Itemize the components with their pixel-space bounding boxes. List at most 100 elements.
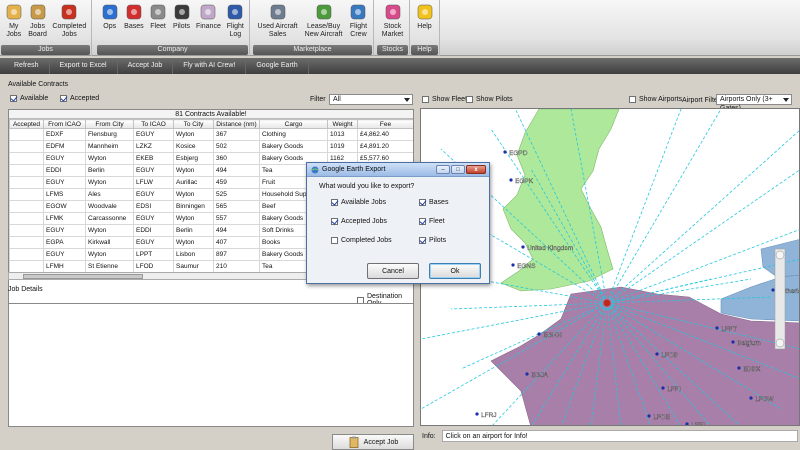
table-cell[interactable]	[9, 152, 44, 165]
table-cell: EGUY	[43, 152, 86, 165]
cancel-button[interactable]: Cancel	[367, 263, 419, 279]
column-header[interactable]: From ICAO	[43, 119, 86, 129]
ribbon-button-ops[interactable]: Ops	[101, 2, 119, 44]
table-row[interactable]: EDXF Flensburg EGUY Wyton 367 Clothing 1013 £4,…	[9, 128, 413, 141]
table-cell: 557	[213, 212, 260, 225]
column-header[interactable]: To ICAO	[133, 119, 174, 129]
table-cell[interactable]	[9, 164, 44, 177]
map-label: EGNS	[517, 263, 536, 270]
table-cell: Mannheim	[85, 140, 134, 153]
zoom-slider-track[interactable]	[774, 248, 786, 350]
ribbon-button-completed-jobs[interactable]: Completed Jobs	[52, 2, 86, 44]
accepted-label: Accepted	[70, 95, 100, 102]
zoom-control[interactable]	[774, 248, 786, 350]
toolbar-google-earth-button[interactable]: Google Earth	[246, 58, 309, 74]
ok-button[interactable]: Ok	[429, 263, 481, 279]
zoom-in-icon[interactable]	[775, 250, 785, 260]
table-cell[interactable]	[9, 212, 44, 225]
column-header[interactable]: Fee	[357, 119, 413, 129]
airport-marker[interactable]	[685, 422, 689, 425]
ribbon-button-sublabel: Jobs	[6, 31, 22, 38]
zoom-out-icon[interactable]	[775, 338, 785, 348]
export-option-available-jobs[interactable]: Available Jobs	[331, 199, 386, 206]
airport-marker[interactable]	[661, 386, 665, 390]
accepted-filter-checkbox[interactable]: Accepted	[60, 95, 99, 102]
table-cell[interactable]	[9, 128, 44, 141]
ribbon-button-my-jobs[interactable]: My Jobs	[5, 2, 23, 44]
airport-marker[interactable]	[521, 245, 525, 249]
toolbar-export-to-excel-button[interactable]: Export to Excel	[50, 58, 118, 74]
accept-job-button[interactable]: Accept Job	[332, 434, 414, 450]
show-airports-checkbox[interactable]: Show Airports	[629, 96, 682, 103]
table-cell[interactable]	[9, 248, 44, 261]
hub-airport-marker[interactable]	[603, 299, 611, 307]
airport-marker[interactable]	[731, 340, 735, 344]
ribbon-button-help[interactable]: Help	[416, 2, 434, 44]
ribbon-button-finance[interactable]: Finance	[196, 2, 221, 44]
show-fleet-label: Show Fleet	[432, 96, 468, 103]
ribbon-group-stocks: Stock Market Stocks	[376, 0, 410, 56]
export-option-fleet[interactable]: Fleet	[419, 218, 445, 225]
ribbon-buttons: Used Aircraft Sales Lease/Buy New Aircraft F…	[252, 2, 373, 44]
export-option-completed-jobs[interactable]: Completed Jobs	[331, 237, 392, 244]
ribbon-button-flight-crew[interactable]: Flight Crew	[349, 2, 367, 44]
table-cell[interactable]	[9, 188, 44, 201]
scrollbar-thumb[interactable]	[23, 274, 143, 279]
airport-marker[interactable]	[475, 412, 479, 416]
airport-marker[interactable]	[771, 288, 775, 292]
table-cell[interactable]	[9, 140, 44, 153]
table-cell[interactable]	[9, 200, 44, 213]
table-cell: Saumur	[173, 260, 214, 273]
column-header[interactable]: Distance (nm)	[213, 119, 260, 129]
airport-marker[interactable]	[511, 263, 515, 267]
table-cell: 407	[213, 236, 260, 249]
ribbon-button-used-aircraft-sales[interactable]: Used Aircraft Sales	[258, 2, 298, 44]
ribbon-button-fleet[interactable]: Fleet	[149, 2, 167, 44]
airport-marker[interactable]	[737, 366, 741, 370]
ribbon-button-stock-market[interactable]: Stock Market	[382, 2, 403, 44]
column-header[interactable]: To City	[173, 119, 214, 129]
airport-marker[interactable]	[537, 332, 541, 336]
toolbar-fly-with-ai-crew-button[interactable]: Fly with AI Crew!	[173, 58, 247, 74]
close-icon[interactable]: x	[466, 165, 486, 174]
filter-select[interactable]: All	[329, 94, 413, 105]
column-header[interactable]: Weight	[327, 119, 358, 129]
airport-marker[interactable]	[525, 372, 529, 376]
table-cell[interactable]	[9, 236, 44, 249]
airport-marker[interactable]	[509, 178, 513, 182]
table-cell[interactable]	[9, 176, 44, 189]
ribbon-button-jobs-board[interactable]: Jobs Board	[28, 2, 47, 44]
minimize-icon[interactable]: –	[436, 165, 450, 174]
ribbon-button-lease-buy-new-aircraft[interactable]: Lease/Buy New Aircraft	[305, 2, 342, 44]
ribbon-button-label: Help	[417, 23, 432, 30]
maximize-icon[interactable]: □	[451, 165, 465, 174]
dialog-title-bar[interactable]: Google Earth Export – □ x	[307, 163, 489, 177]
column-header[interactable]: Cargo	[259, 119, 328, 129]
table-row[interactable]: EDFM Mannheim LZKZ Kosice 502 Bakery Goods 101…	[9, 140, 413, 153]
table-cell: Flensburg	[85, 128, 134, 141]
column-header[interactable]: From City	[85, 119, 134, 129]
airport-marker[interactable]	[647, 414, 651, 418]
export-option-accepted-jobs[interactable]: Accepted Jobs	[331, 218, 387, 225]
show-fleet-checkbox[interactable]: Show Fleet	[422, 96, 467, 103]
export-option-pilots[interactable]: Pilots	[419, 237, 446, 244]
toolbar-accept-job-button[interactable]: Accept Job	[118, 58, 174, 74]
column-header[interactable]: Accepted	[9, 119, 44, 129]
show-pilots-checkbox[interactable]: Show Pilots	[466, 96, 513, 103]
airport-marker[interactable]	[749, 396, 753, 400]
money-icon	[201, 4, 216, 20]
ribbon-button-flight-log[interactable]: Flight Log	[226, 2, 244, 44]
table-cell[interactable]	[9, 260, 44, 273]
airport-marker[interactable]	[503, 150, 507, 154]
available-filter-checkbox[interactable]: Available	[10, 95, 48, 102]
map-label: EGPD	[509, 150, 528, 157]
table-cell: EGUY	[43, 248, 86, 261]
table-cell[interactable]	[9, 224, 44, 237]
ribbon-button-pilots[interactable]: Pilots	[173, 2, 191, 44]
airport-marker[interactable]	[655, 352, 659, 356]
export-option-bases[interactable]: Bases	[419, 199, 448, 206]
airport-marker[interactable]	[715, 326, 719, 330]
airport-filter-select[interactable]: Airports Only (3+ Gates)	[716, 94, 792, 112]
toolbar-refresh-button[interactable]: Refresh	[4, 58, 50, 74]
ribbon-button-bases[interactable]: Bases	[124, 2, 144, 44]
